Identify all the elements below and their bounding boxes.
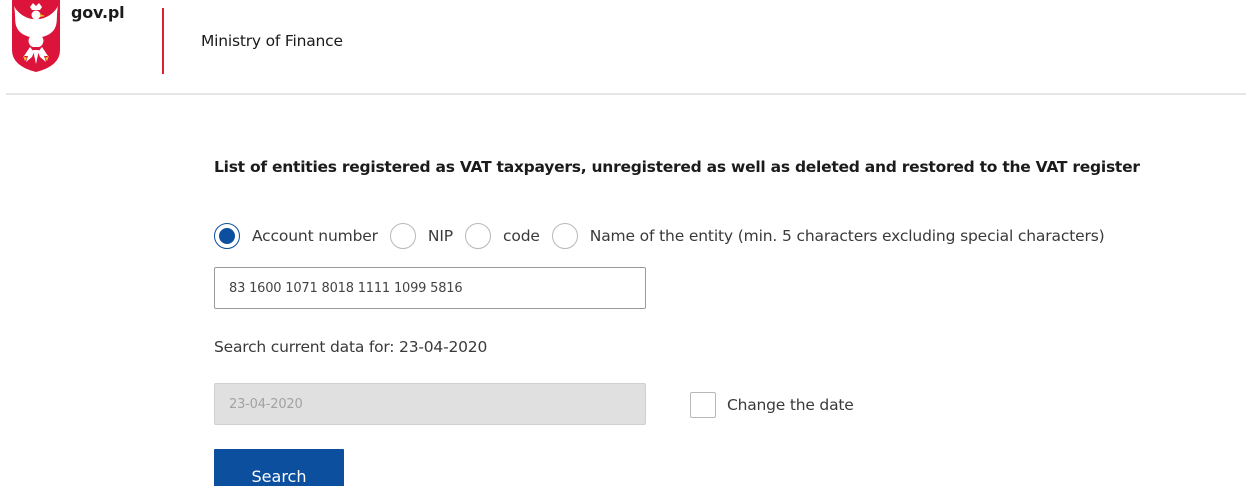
radio-label: NIP [427, 227, 453, 245]
ministry-name[interactable]: Ministry of Finance [201, 32, 343, 50]
gov-pl-logo-text[interactable]: gov.pl [71, 3, 125, 22]
radio-entity-name[interactable]: Name of the entity (min. 5 characters ex… [551, 223, 1117, 249]
radio-button-icon[interactable] [389, 223, 416, 249]
polish-eagle-emblem-icon[interactable] [10, 0, 62, 72]
radio-nip[interactable]: NIP [389, 223, 465, 249]
search-button[interactable]: Search [214, 449, 344, 486]
radio-code[interactable]: code [464, 223, 552, 249]
site-header: gov.pl Ministry of Finance [0, 0, 1246, 95]
change-date-label: Change the date [727, 396, 854, 414]
date-input-disabled: 23-04-2020 [214, 383, 646, 425]
radio-button-icon[interactable] [214, 223, 240, 249]
change-date-checkbox[interactable] [690, 392, 716, 418]
search-type-radio-group: Account number NIP code Name of the enti… [214, 222, 1117, 250]
radio-button-icon[interactable] [551, 223, 578, 249]
current-data-date-text: Search current data for: 23-04-2020 [214, 338, 488, 356]
page-title: List of entities registered as VAT taxpa… [214, 158, 1140, 176]
radio-label: code [502, 227, 540, 245]
radio-label: Account number [252, 227, 378, 245]
radio-account-number[interactable]: Account number [214, 223, 390, 249]
account-number-input[interactable]: 83 1600 1071 8018 1111 1099 5816 [214, 267, 646, 309]
header-divider [162, 8, 164, 74]
header-bottom-border [6, 93, 1246, 95]
radio-button-icon[interactable] [464, 223, 491, 249]
radio-label: Name of the entity (min. 5 characters ex… [589, 227, 1105, 245]
change-date-checkbox-row[interactable]: Change the date [690, 392, 854, 418]
